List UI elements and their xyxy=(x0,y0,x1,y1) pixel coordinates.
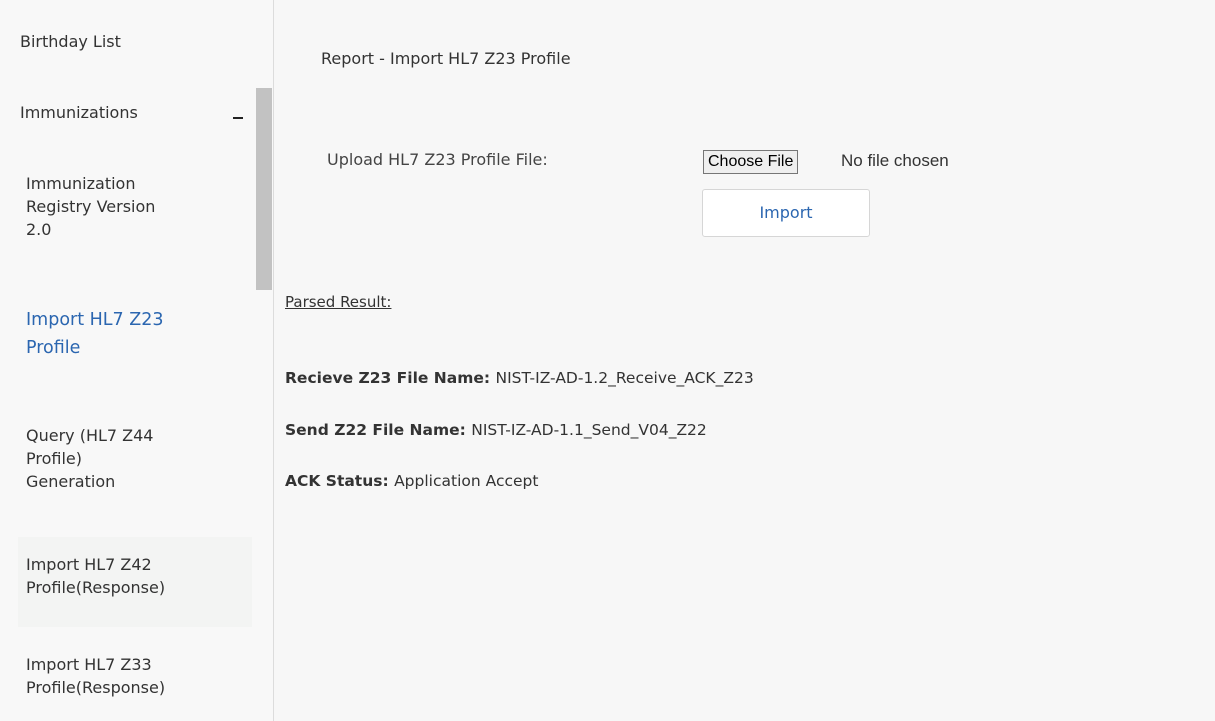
result-row-send-z22: Send Z22 File Name: NIST-IZ-AD-1.1_Send_… xyxy=(285,421,707,439)
result-row-ack-status: ACK Status: Application Accept xyxy=(285,472,538,490)
result-value: NIST-IZ-AD-1.1_Send_V04_Z22 xyxy=(471,421,707,439)
upload-label: Upload HL7 Z23 Profile File: xyxy=(327,150,548,169)
result-row-receive-z23: Recieve Z23 File Name: NIST-IZ-AD-1.2_Re… xyxy=(285,369,754,387)
sidebar-item-birthday-list[interactable]: Birthday List xyxy=(20,30,220,53)
sidebar-item-immunization-registry[interactable]: Immunization Registry Version 2.0 xyxy=(26,172,226,241)
parsed-result-heading: Parsed Result: xyxy=(285,293,392,311)
sidebar-item-query-z44[interactable]: Query (HL7 Z44 Profile) Generation xyxy=(26,424,226,493)
sidebar-item-import-z42[interactable]: Import HL7 Z42 Profile(Response) xyxy=(26,553,226,599)
sidebar-item-immunizations[interactable]: Immunizations xyxy=(20,101,220,124)
sidebar-item-import-z33[interactable]: Import HL7 Z33 Profile(Response) xyxy=(26,653,226,699)
result-value: Application Accept xyxy=(394,472,539,490)
sidebar-item-import-z23[interactable]: Import HL7 Z23 Profile xyxy=(26,306,226,362)
sidebar: Birthday List Immunizations Immunization… xyxy=(0,0,274,721)
main-content: Report - Import HL7 Z23 Profile Upload H… xyxy=(274,0,1215,721)
page-title: Report - Import HL7 Z23 Profile xyxy=(321,49,571,68)
choose-file-button[interactable]: Choose File xyxy=(703,150,799,174)
result-key: ACK Status: xyxy=(285,472,395,490)
file-status-text: No file chosen xyxy=(841,151,949,170)
result-key: Send Z22 File Name: xyxy=(285,421,472,439)
collapse-minus-icon[interactable] xyxy=(233,117,243,119)
sidebar-scrollbar[interactable] xyxy=(256,88,272,290)
result-value: NIST-IZ-AD-1.2_Receive_ACK_Z23 xyxy=(495,369,754,387)
import-button[interactable]: Import xyxy=(702,189,870,237)
result-key: Recieve Z23 File Name: xyxy=(285,369,496,387)
